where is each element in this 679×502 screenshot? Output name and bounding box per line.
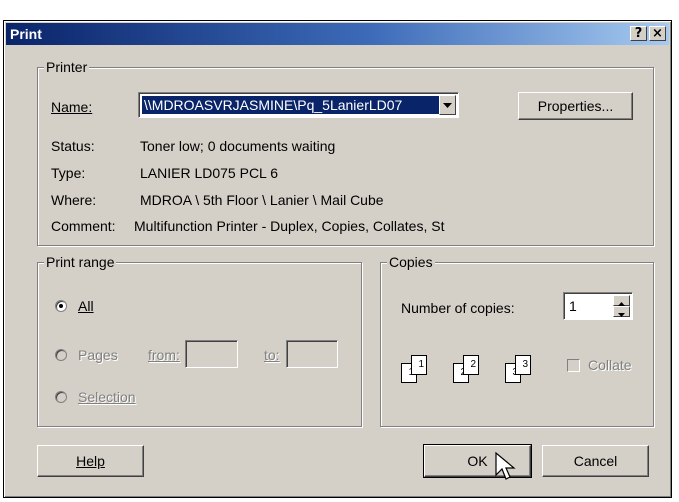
arrow-down-icon (618, 313, 625, 317)
status-value: Toner low; 0 documents waiting (140, 138, 336, 154)
selection-radio[interactable] (55, 391, 67, 403)
radio-selected-dot (59, 304, 63, 308)
print-dialog: Print ? × Printer Name: \\MDROASVRJASMIN… (3, 20, 672, 498)
mouse-pointer-icon (495, 451, 516, 480)
copies-group-label: Copies (387, 254, 435, 270)
type-value: LANIER LD075 PCL 6 (140, 165, 278, 181)
spinner-up-button[interactable] (613, 295, 630, 306)
all-radio[interactable] (55, 300, 67, 312)
pages-label[interactable]: Pages (78, 347, 118, 363)
where-label: Where: (51, 192, 97, 208)
window-title: Print (10, 26, 42, 42)
help-button[interactable]: Help (37, 445, 144, 477)
properties-button[interactable]: Properties... (518, 92, 633, 120)
to-input[interactable] (286, 340, 338, 368)
help-button-label: Help (76, 453, 105, 469)
printer-name-select[interactable]: \\MDROASVRJASMINE\Pq_5LanierLD07 (138, 92, 459, 118)
help-title-button[interactable]: ? (630, 26, 647, 41)
printer-group: Printer Name: \\MDROASVRJASMINE\Pq_5Lani… (37, 59, 654, 246)
all-label[interactable]: All (78, 298, 94, 314)
collate-checkbox[interactable] (567, 359, 580, 372)
print-range-group-label: Print range (44, 254, 117, 270)
print-range-group: Print range All Pages from: to: Selectio… (37, 254, 362, 427)
comment-label: Comment: (51, 218, 116, 234)
copies-group: Copies Number of copies: 1 1 1 2 2 3 3 C… (380, 254, 654, 427)
type-label: Type: (51, 165, 86, 181)
collate-label[interactable]: Collate (588, 357, 632, 373)
title-bar[interactable]: Print ? × (6, 23, 669, 45)
status-label: Status: (51, 138, 95, 154)
from-label: from: (148, 347, 180, 363)
collate-illustration-icon: 1 1 2 2 3 3 (401, 353, 571, 393)
close-button[interactable]: × (649, 26, 666, 41)
spinner-arrows-icon[interactable] (613, 295, 630, 317)
dropdown-button[interactable] (439, 95, 456, 115)
from-input[interactable] (185, 340, 238, 368)
cancel-button[interactable]: Cancel (542, 445, 649, 477)
comment-value: Multifunction Printer - Duplex, Copies, … (134, 218, 445, 234)
copies-spinner[interactable]: 1 (563, 292, 633, 320)
number-of-copies-label: Number of copies: (401, 300, 515, 316)
selection-label[interactable]: Selection (78, 389, 136, 405)
printer-name-value: \\MDROASVRJASMINE\Pq_5LanierLD07 (142, 96, 440, 114)
where-value: MDROA \ 5th Floor \ Lanier \ Mail Cube (140, 192, 384, 208)
page-icon: 3 (515, 355, 531, 375)
name-label: Name: (51, 99, 93, 115)
spinner-down-button[interactable] (613, 306, 630, 317)
to-label: to: (264, 347, 280, 363)
page-icon: 1 (411, 355, 427, 375)
chevron-down-icon (443, 103, 452, 108)
printer-group-label: Printer (44, 59, 90, 75)
page-icon: 2 (463, 355, 479, 375)
copies-value: 1 (569, 298, 577, 314)
pages-radio[interactable] (55, 349, 67, 361)
